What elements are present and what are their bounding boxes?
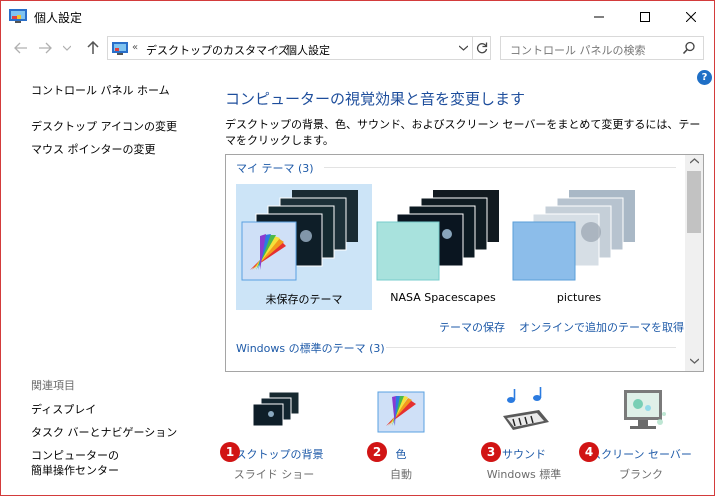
refresh-button[interactable] (472, 37, 491, 59)
color-label[interactable]: 色 (341, 446, 461, 462)
minimize-icon (594, 16, 604, 17)
address-dropdown-button[interactable] (456, 40, 470, 56)
step-badge-4: 4 (579, 442, 599, 462)
forward-button[interactable] (37, 40, 53, 56)
control-panel-home-link[interactable]: コントロール パネル ホーム (31, 82, 170, 98)
minimize-button[interactable] (576, 1, 622, 32)
screensaver-item[interactable]: スクリーン セーバー ブランク (581, 386, 701, 486)
color-icon (377, 391, 425, 433)
step-badge-3: 3 (481, 442, 501, 462)
desktop-background-item[interactable]: デスクトップの背景 スライド ショー (214, 386, 334, 486)
screensaver-icon (624, 390, 666, 429)
sound-value: Windows 標準 (486, 468, 562, 481)
chevron-down-icon (63, 45, 71, 51)
chevron-down-icon (689, 358, 699, 364)
maximize-icon (640, 11, 650, 22)
theme-list: マイ テーマ (3) 未保存のテーマ NASA Spacescapes pict… (225, 154, 704, 372)
window: 個人設定 « デスクトップのカスタマイズ › 個人設定 コントロール パネルの検… (0, 0, 715, 496)
navigation-bar: « デスクトップのカスタマイズ › 個人設定 コントロール パネルの検索 (1, 32, 714, 64)
theme-thumbnail (241, 190, 358, 281)
display-link[interactable]: ディスプレイ (31, 401, 96, 417)
page-description: デスクトップの背景、色、サウンド、およびスクリーン セーバーをまとめて変更するに… (225, 118, 701, 147)
close-icon (686, 11, 696, 22)
scroll-thumb[interactable] (687, 171, 701, 233)
breadcrumb-customize-desktop[interactable]: デスクトップのカスタマイズ (146, 42, 289, 58)
maximize-button[interactable] (622, 1, 668, 32)
address-bar[interactable]: « デスクトップのカスタマイズ › 個人設定 (107, 36, 491, 60)
search-icon[interactable] (682, 41, 696, 55)
step-badge-1: 1 (220, 442, 240, 462)
back-arrow-icon (14, 42, 27, 54)
theme-list-scrollbar[interactable] (685, 155, 703, 371)
mouse-pointers-link[interactable]: マウス ポインターの変更 (31, 141, 156, 157)
sound-item[interactable]: サウンド Windows 標準 (464, 386, 584, 486)
chevron-up-icon (689, 158, 699, 164)
theme-thumbnail (376, 190, 499, 281)
group-divider (386, 347, 676, 348)
sound-icon (503, 387, 549, 430)
help-icon[interactable]: ? (697, 70, 712, 85)
windows-themes-label: Windows の標準のテーマ (3) (236, 342, 385, 355)
theme-name: 未保存のテーマ (265, 293, 343, 306)
desktop-background-icon (252, 391, 300, 427)
close-button[interactable] (668, 1, 714, 32)
search-box[interactable]: コントロール パネルの検索 (500, 36, 704, 60)
control-panel-icon (112, 42, 128, 55)
scroll-down-button[interactable] (688, 358, 700, 368)
search-placeholder: コントロール パネルの検索 (510, 44, 646, 57)
related-title: 関連項目 (31, 379, 75, 392)
breadcrumb-personalization[interactable]: 個人設定 (286, 42, 330, 58)
theme-thumbnail (512, 190, 635, 281)
step-badge-2: 2 (367, 442, 387, 462)
get-more-themes-link[interactable]: オンラインで追加のテーマを取得 (519, 319, 684, 335)
ease-of-access-link-line2[interactable]: 簡単操作センター (31, 462, 119, 478)
recent-locations-button[interactable] (59, 40, 75, 56)
theme-name: pictures (556, 291, 602, 304)
page-heading: コンピューターの視覚効果と音を変更します (225, 90, 526, 108)
my-themes-label: マイ テーマ (3) (236, 162, 314, 175)
breadcrumb-overflow[interactable]: « (132, 42, 138, 53)
desktop-background-value: スライド ショー (233, 468, 315, 481)
color-item[interactable]: 色 自動 (341, 386, 461, 486)
forward-arrow-icon (39, 42, 52, 54)
theme-tile-nasa[interactable]: NASA Spacescapes (375, 184, 511, 310)
theme-tile-pictures[interactable]: pictures (511, 184, 647, 310)
chevron-down-icon (458, 45, 468, 51)
window-title: 個人設定 (34, 11, 83, 25)
color-value: 自動 (390, 468, 412, 481)
taskbar-navigation-link[interactable]: タスク バーとナビゲーション (31, 424, 177, 440)
group-divider (324, 167, 676, 168)
scroll-up-button[interactable] (688, 158, 700, 168)
theme-name: NASA Spacescapes (390, 291, 496, 304)
up-button[interactable] (85, 40, 101, 56)
desktop-icons-link[interactable]: デスクトップ アイコンの変更 (31, 118, 177, 134)
save-theme-link[interactable]: テーマの保存 (439, 319, 505, 335)
breadcrumb-separator[interactable]: › (275, 43, 279, 53)
theme-tile-unsaved[interactable]: 未保存のテーマ (236, 184, 372, 310)
back-button[interactable] (13, 40, 29, 56)
personalization-app-icon (9, 9, 27, 23)
ease-of-access-link-line1[interactable]: コンピューターの (31, 447, 119, 463)
screensaver-value: ブランク (619, 468, 663, 481)
up-arrow-icon (87, 41, 99, 54)
title-bar: 個人設定 (1, 1, 714, 32)
screensaver-label[interactable]: スクリーン セーバー (581, 446, 701, 462)
refresh-icon (476, 42, 488, 54)
